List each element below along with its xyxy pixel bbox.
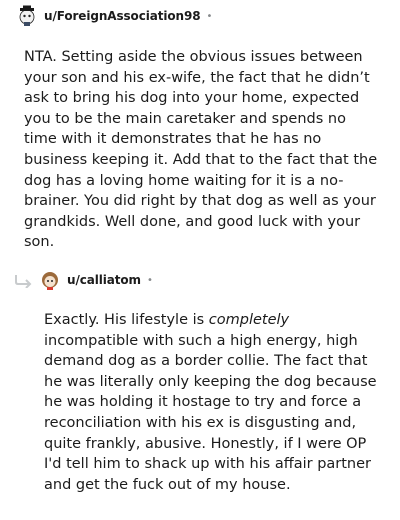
separator-dot: •: [206, 10, 213, 22]
comment-header: u/ForeignAssociation98 •: [16, 5, 212, 27]
username[interactable]: u/calliatom: [67, 273, 141, 287]
separator-dot: •: [146, 274, 153, 286]
reply-body-text-end: incompatible with such a high energy, hi…: [44, 332, 377, 493]
reply-header: u/calliatom •: [39, 269, 153, 291]
user-avatar-icon[interactable]: [16, 5, 38, 27]
reply-body-emphasis: completely: [208, 312, 290, 328]
comment-body: NTA. Setting aside the obvious issues be…: [24, 49, 378, 251]
reply-body: Exactly. His lifestyle is completely inc…: [44, 310, 384, 495]
user-avatar-icon[interactable]: [39, 269, 61, 291]
username[interactable]: u/ForeignAssociation98: [44, 9, 201, 23]
reply-body-text-start: Exactly. His lifestyle is: [44, 312, 209, 328]
reply-arrow-icon: [15, 275, 32, 288]
